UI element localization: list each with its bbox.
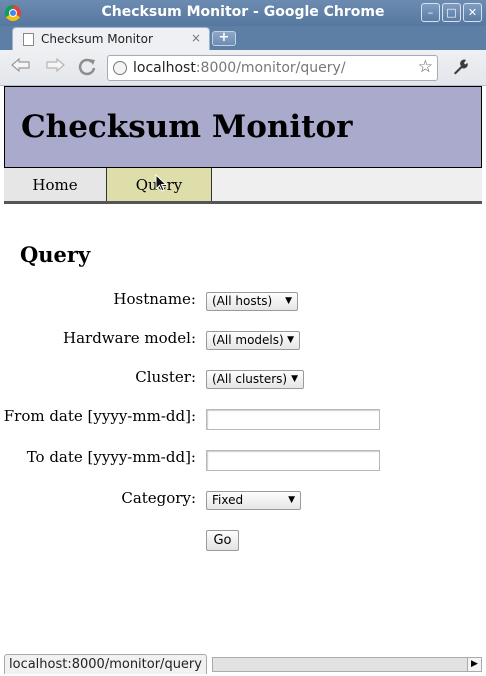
site-nav: Home Query (4, 168, 482, 204)
from-date-input[interactable] (206, 409, 380, 430)
to-date-input[interactable] (206, 450, 380, 471)
to-date-label: To date [yyyy-mm-dd]: (26, 448, 196, 466)
forward-arrow-icon (46, 57, 65, 73)
browser-toolbar: localhost:8000/monitor/query/ ☆ (0, 50, 486, 86)
globe-icon (113, 61, 127, 75)
site-title: Checksum Monitor (21, 109, 353, 145)
hostname-label: Hostname: (113, 290, 196, 308)
url-text: localhost:8000/monitor/query/ (133, 60, 346, 76)
tab-checksum-monitor[interactable]: Checksum Monitor × (12, 27, 210, 50)
address-bar[interactable]: localhost:8000/monitor/query/ ☆ (107, 55, 438, 81)
tab-close-icon[interactable]: × (191, 31, 201, 45)
page-heading: Query (20, 242, 91, 267)
from-date-label: From date [yyyy-mm-dd]: (3, 407, 196, 425)
dropdown-arrow-icon: ▼ (288, 495, 295, 505)
minimize-button[interactable]: – (421, 3, 440, 22)
cluster-select[interactable]: (All clusters) ▼ (206, 370, 304, 389)
back-arrow-icon (11, 57, 30, 73)
tab-title: Checksum Monitor (41, 32, 153, 46)
window-titlebar: Checksum Monitor - Google Chrome – □ ✕ (0, 0, 486, 26)
url-host: localhost (133, 60, 196, 76)
window-controls: – □ ✕ (421, 3, 482, 22)
hardware-model-select[interactable]: (All models) ▼ (206, 331, 300, 350)
page-favicon-icon (23, 33, 34, 46)
forward-button[interactable] (42, 56, 68, 80)
status-bubble: localhost:8000/monitor/query (4, 654, 207, 674)
go-button[interactable]: Go (206, 530, 239, 551)
dropdown-arrow-icon: ▼ (287, 335, 294, 345)
tab-strip: Checksum Monitor × + (0, 26, 486, 50)
category-value: Fixed (212, 493, 244, 507)
url-path: :8000/monitor/query/ (195, 60, 346, 76)
dropdown-arrow-icon: ▼ (291, 374, 298, 384)
reload-icon (78, 58, 96, 76)
new-tab-button[interactable]: + (212, 31, 236, 46)
scroll-right-arrow-icon[interactable]: ▶ (467, 658, 481, 671)
bookmark-star-icon[interactable]: ☆ (418, 57, 433, 77)
close-window-button[interactable]: ✕ (463, 3, 482, 22)
window-title: Checksum Monitor - Google Chrome (101, 4, 385, 20)
hardware-model-label: Hardware model: (63, 329, 196, 347)
dropdown-arrow-icon: ▼ (285, 296, 292, 306)
horizontal-scrollbar[interactable]: ▶ (212, 657, 482, 672)
reload-button[interactable] (74, 56, 100, 80)
hostname-value: (All hosts) (212, 294, 273, 308)
nav-home-link[interactable]: Home (4, 168, 107, 201)
cluster-label: Cluster: (135, 368, 196, 386)
hardware-model-value: (All models) (212, 333, 284, 347)
site-header: Checksum Monitor (4, 86, 482, 168)
cluster-value: (All clusters) (212, 372, 288, 386)
maximize-button[interactable]: □ (442, 3, 461, 22)
category-select[interactable]: Fixed ▼ (206, 491, 301, 510)
hostname-select[interactable]: (All hosts) ▼ (206, 292, 298, 311)
back-button[interactable] (8, 56, 34, 80)
page-viewport: Checksum Monitor Home Query Query Hostna… (0, 86, 486, 676)
wrench-menu-icon[interactable] (450, 57, 470, 82)
category-label: Category: (121, 489, 196, 507)
